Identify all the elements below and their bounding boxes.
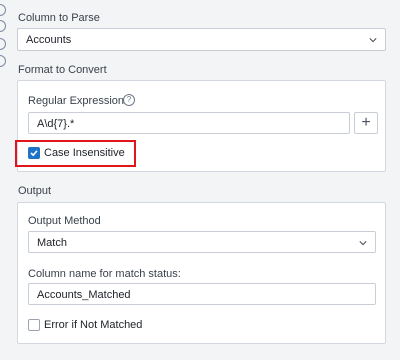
match-status-value: Accounts_Matched (37, 289, 131, 301)
output-method-value: Match (37, 237, 67, 249)
chevron-down-icon (369, 38, 377, 43)
match-status-label: Column name for match status: (28, 268, 181, 280)
add-button[interactable]: + (354, 112, 378, 134)
case-insensitive-label: Case Insensitive (44, 147, 125, 159)
check-icon (30, 150, 38, 157)
column-to-parse-label: Column to Parse (18, 12, 100, 24)
left-rail (0, 0, 8, 70)
column-to-parse-select[interactable]: Accounts (17, 28, 386, 51)
chevron-down-icon (359, 241, 367, 246)
plus-icon: + (361, 114, 371, 131)
format-to-convert-title: Format to Convert (18, 64, 107, 76)
error-if-not-matched-label: Error if Not Matched (44, 319, 143, 331)
rail-circle-icon[interactable] (0, 20, 6, 32)
match-status-input[interactable]: Accounts_Matched (28, 283, 376, 305)
output-method-label: Output Method (28, 215, 101, 227)
rail-circle-icon[interactable] (0, 55, 6, 67)
output-method-select[interactable]: Match (28, 231, 376, 253)
column-to-parse-value: Accounts (26, 34, 72, 46)
output-title: Output (18, 185, 52, 197)
rail-circle-icon[interactable] (0, 38, 6, 50)
case-insensitive-checkbox[interactable] (28, 147, 40, 159)
rail-circle-icon[interactable] (0, 4, 6, 16)
regex-input-value: A\d{7}.* (37, 118, 75, 130)
regex-label: Regular Expression (28, 95, 124, 107)
regex-input[interactable]: A\d{7}.* (28, 112, 350, 134)
help-icon[interactable]: ? (123, 94, 135, 106)
error-if-not-matched-checkbox[interactable] (28, 319, 40, 331)
